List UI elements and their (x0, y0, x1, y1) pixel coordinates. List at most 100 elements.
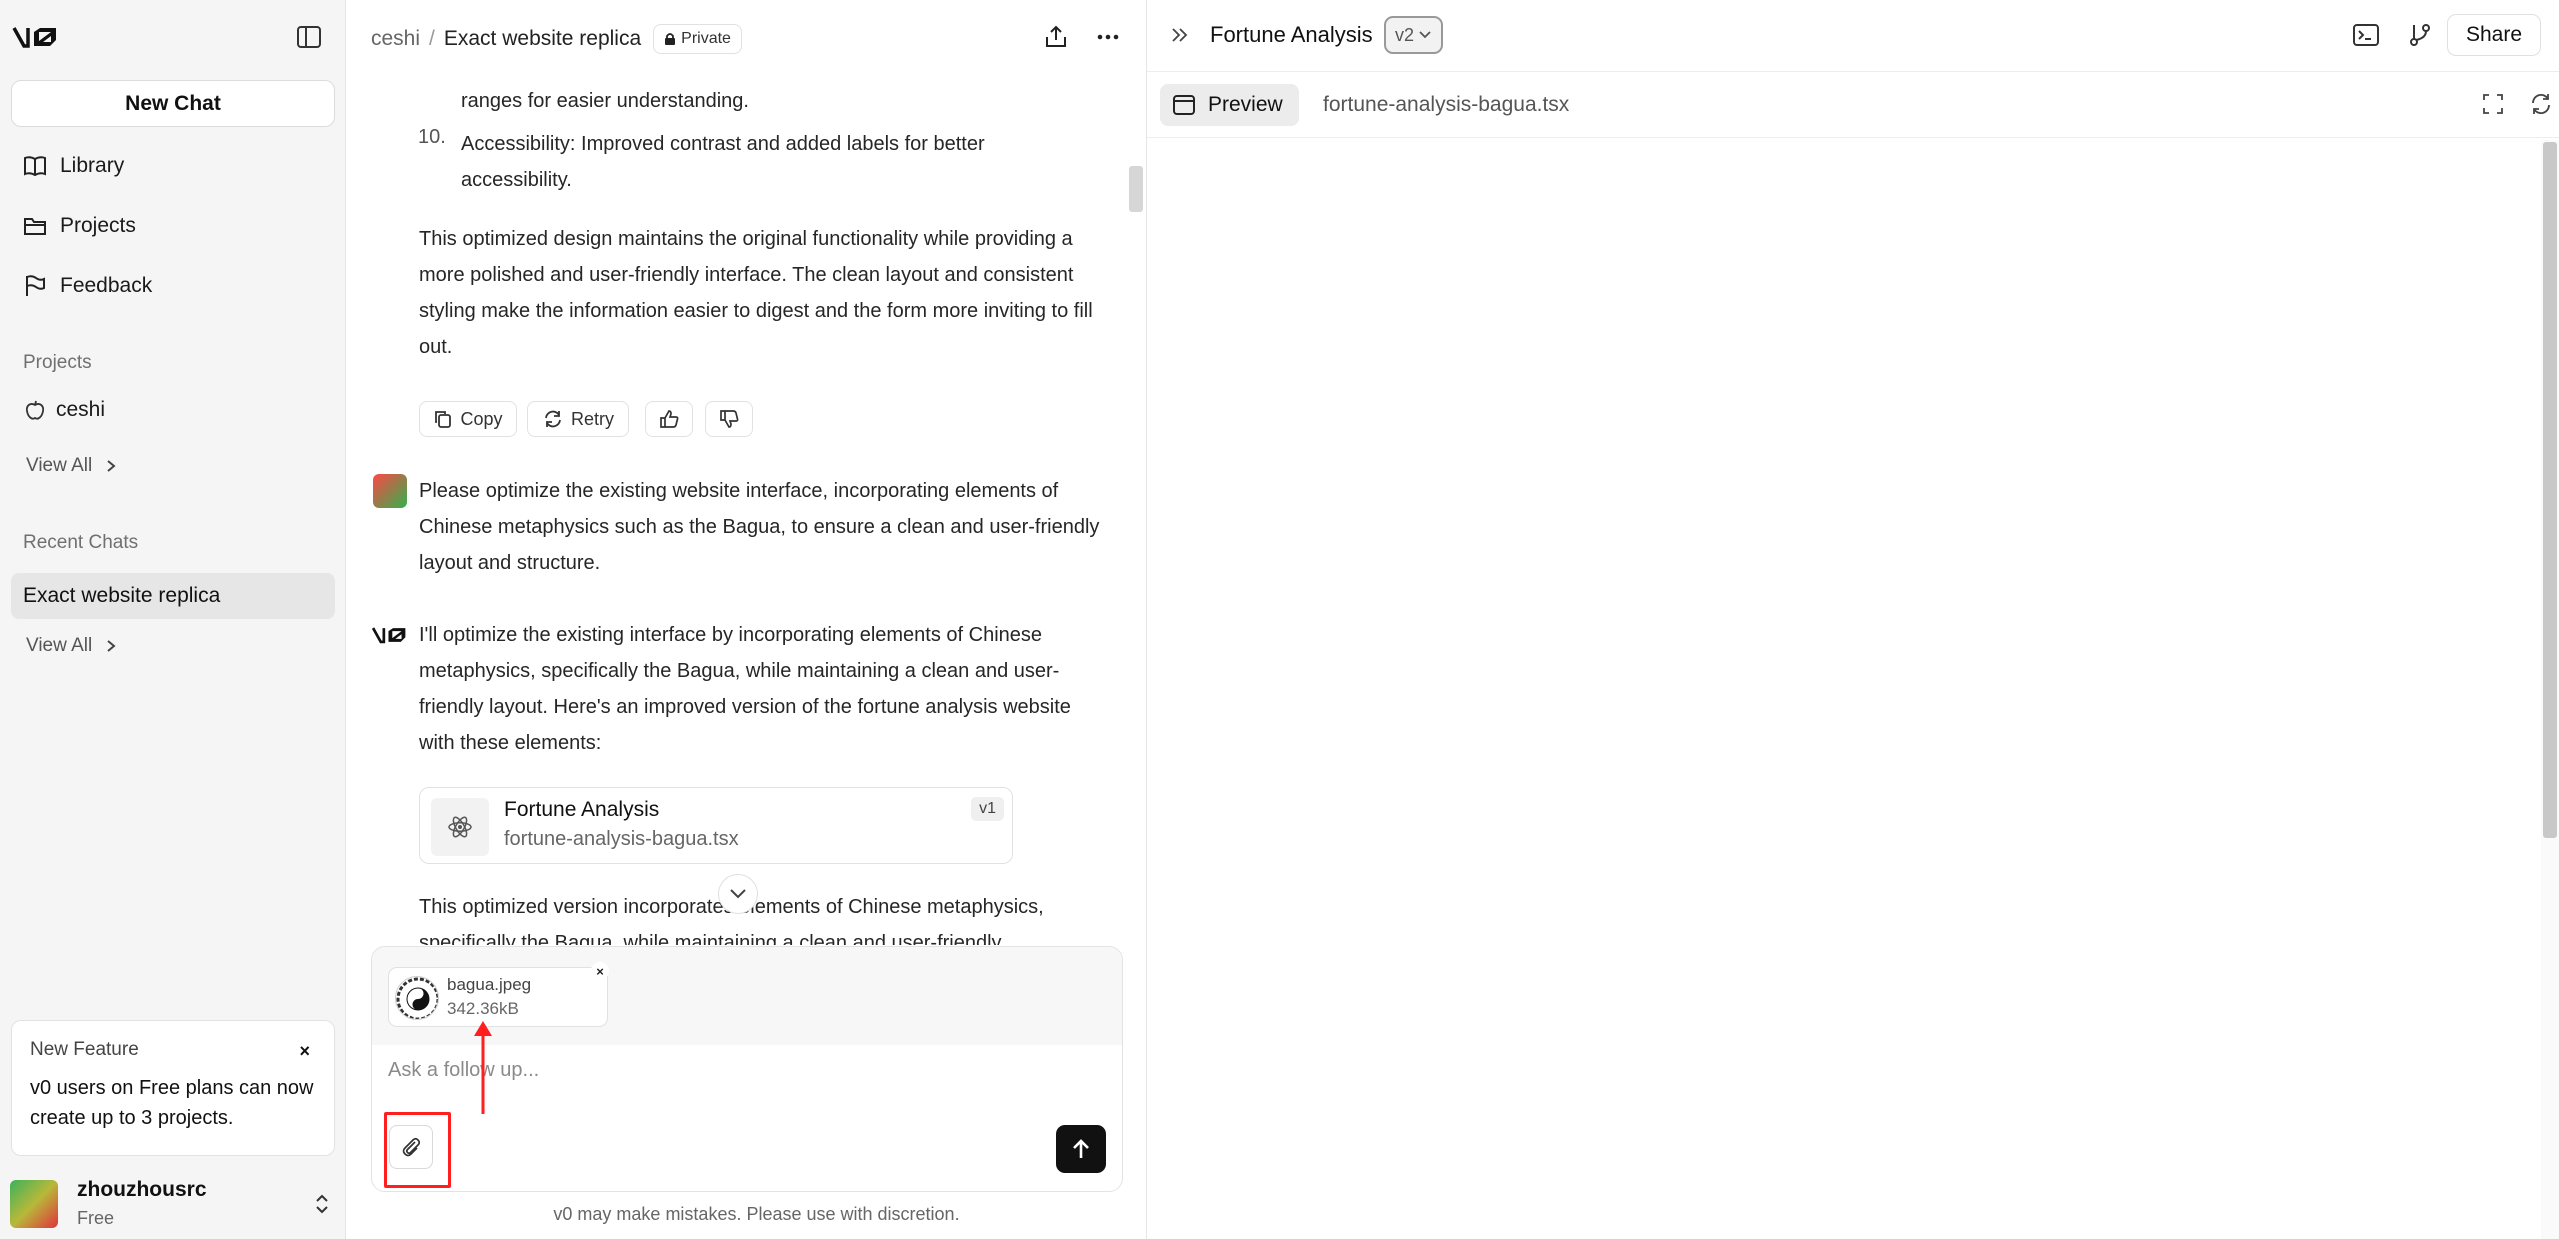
feature-body: v0 users on Free plans can now create up… (30, 1077, 314, 1129)
apple-icon (24, 399, 46, 421)
user-plan: Free (77, 1208, 115, 1228)
send-button[interactable] (1056, 1125, 1106, 1173)
sidebar-item-label: Feedback (60, 274, 153, 297)
preview-header: Fortune Analysis v2 Share (1147, 0, 2559, 72)
view-all-label: View All (26, 455, 93, 476)
list-number: 10. (418, 126, 446, 148)
private-label: Private (681, 30, 731, 47)
fullscreen-icon[interactable] (2481, 92, 2505, 116)
version-label: v2 (1395, 24, 1415, 45)
tab-code-file[interactable]: fortune-analysis-bagua.tsx (1323, 93, 1569, 117)
tab-preview-label: Preview (1208, 93, 1283, 116)
breadcrumb-project[interactable]: ceshi (371, 27, 420, 51)
version-badge: v1 (971, 797, 1004, 821)
sidebar-project-ceshi[interactable]: ceshi (24, 398, 105, 422)
share-button[interactable]: Share (2447, 14, 2541, 56)
preview-title: Fortune Analysis (1210, 22, 1373, 47)
follow-up-input[interactable] (388, 1059, 1088, 1082)
chevron-up-down-icon (314, 1192, 330, 1216)
breadcrumb: ceshi / Exact website replica Private (371, 24, 742, 54)
refresh-icon (542, 409, 564, 429)
scrollbar[interactable] (2543, 142, 2557, 838)
attachment-chip[interactable]: bagua.jpeg 342.36kB × (388, 962, 609, 1027)
avatar (373, 474, 407, 508)
sidebar-item-library[interactable]: Library (22, 146, 124, 186)
refresh-icon[interactable] (2528, 92, 2554, 116)
v0-logo-icon (371, 625, 409, 645)
artifact-filename: fortune-analysis-bagua.tsx (504, 828, 739, 850)
scroll-to-bottom-button[interactable] (718, 874, 758, 914)
attach-file-button[interactable] (389, 1125, 433, 1169)
assistant-summary: This optimized design maintains the orig… (419, 228, 1093, 358)
list-item-tail: ranges for easier understanding. (461, 90, 749, 112)
copy-button[interactable]: Copy (419, 401, 517, 437)
bagua-image-thumbnail (395, 976, 439, 1020)
chevron-right-icon (106, 639, 116, 653)
browser-window-icon (1172, 94, 1196, 116)
sidebar-item-feedback[interactable]: Feedback (22, 266, 152, 306)
sidebar-item-label: Projects (60, 214, 136, 237)
thumbs-down-button[interactable] (705, 401, 753, 437)
list-item-text: Accessibility: Improved contrast and add… (461, 133, 985, 191)
book-icon (22, 153, 48, 179)
attachment-name: bagua.jpeg (447, 975, 532, 994)
v0-logo-icon[interactable] (12, 24, 60, 50)
version-select[interactable]: v2 (1384, 16, 1444, 54)
attachment-size: 342.36kB (447, 999, 519, 1018)
chevron-down-icon (729, 888, 747, 900)
remove-attachment-icon[interactable]: × (591, 962, 609, 980)
lock-icon (664, 32, 676, 46)
artifact-card[interactable]: Fortune Analysis fortune-analysis-bagua.… (419, 787, 1013, 864)
view-all-recent-link[interactable]: View All (26, 635, 116, 657)
sidebar-toggle-icon[interactable] (296, 24, 322, 50)
view-all-projects-link[interactable]: View All (26, 455, 116, 477)
preview-pane: Fortune Analysis v2 Share Preview fortun… (1146, 0, 2559, 1239)
breadcrumb-separator: / (429, 27, 435, 50)
projects-heading: Projects (23, 352, 92, 373)
collapse-panel-icon[interactable] (1169, 24, 1191, 46)
terminal-icon[interactable] (2352, 22, 2380, 48)
sidebar-item-projects[interactable]: Projects (22, 206, 136, 246)
user-name: zhouzhousrc (77, 1178, 207, 1201)
arrow-up-icon (1070, 1137, 1092, 1161)
new-feature-card: New Feature × v0 users on Free plans can… (11, 1020, 335, 1156)
new-chat-button[interactable]: New Chat (11, 80, 335, 127)
folder-icon (22, 213, 48, 239)
assistant-message: I'll optimize the existing interface by … (419, 624, 1071, 754)
recent-chats-heading: Recent Chats (23, 532, 139, 553)
feature-title: New Feature (30, 1039, 139, 1060)
share-upload-icon[interactable] (1043, 24, 1069, 50)
thumbs-down-icon (718, 408, 740, 430)
flag-icon (22, 273, 48, 299)
sidebar: New Chat Library Projects Feedback Proje… (0, 0, 346, 1239)
tab-preview[interactable]: Preview (1160, 84, 1299, 126)
avatar (10, 1180, 58, 1228)
disclaimer-text: v0 may make mistakes. Please use with di… (553, 1204, 960, 1224)
chat-pane: ceshi / Exact website replica Private ra… (347, 0, 1146, 1239)
thumbs-up-button[interactable] (645, 401, 693, 437)
project-label: ceshi (56, 398, 106, 421)
thumbs-up-icon (658, 408, 680, 430)
copy-icon (433, 409, 453, 429)
artifact-title: Fortune Analysis (504, 798, 660, 821)
copy-label: Copy (460, 408, 503, 429)
recent-chat-item[interactable]: Exact website replica (11, 573, 335, 619)
user-menu[interactable]: zhouzhousrc Free (10, 1176, 336, 1232)
user-message: Please optimize the existing website int… (419, 480, 1100, 574)
git-branch-icon[interactable] (2407, 22, 2433, 48)
retry-button[interactable]: Retry (527, 401, 629, 437)
chevron-right-icon (106, 459, 116, 473)
retry-label: Retry (570, 408, 614, 429)
assistant-trailing-text: This optimized version incorporates elem… (419, 896, 1044, 945)
scrollbar[interactable] (1129, 166, 1143, 212)
react-atom-icon (431, 798, 489, 856)
private-badge[interactable]: Private (653, 24, 742, 54)
view-all-label: View All (26, 635, 93, 656)
chevron-down-icon (1418, 30, 1432, 40)
message-composer: bagua.jpeg 342.36kB × (371, 946, 1123, 1192)
breadcrumb-chat-title[interactable]: Exact website replica (444, 27, 641, 51)
close-icon[interactable]: × (299, 1041, 310, 1062)
more-options-icon[interactable] (1095, 24, 1121, 50)
preview-tabs: Preview fortune-analysis-bagua.tsx (1147, 72, 2559, 138)
sidebar-item-label: Library (60, 154, 125, 177)
